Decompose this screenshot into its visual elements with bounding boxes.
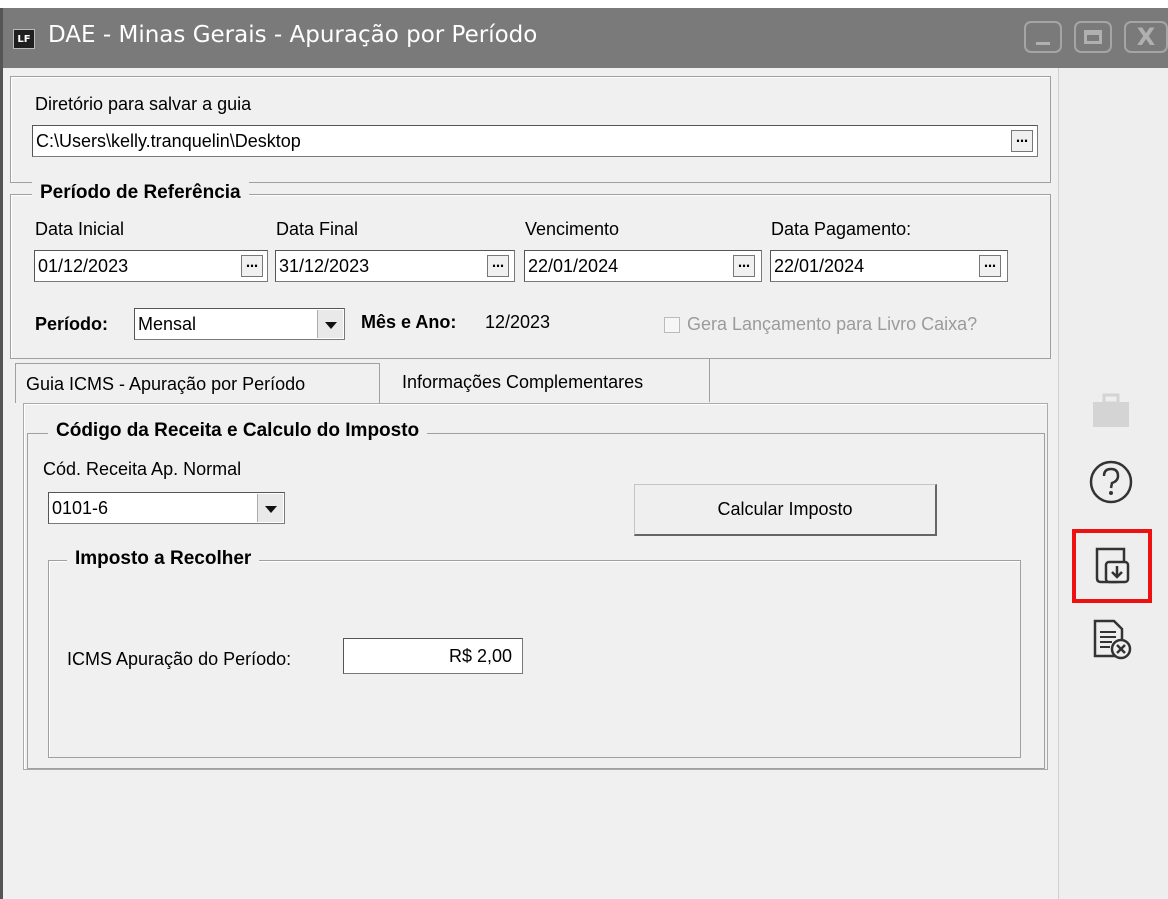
vencimento-input[interactable]: 22/01/2024	[524, 250, 762, 282]
reference-period-title: Período de Referência	[32, 182, 249, 204]
periodo-select-value: Mensal	[138, 314, 197, 334]
data-pagamento-picker-button[interactable]: …	[979, 255, 1001, 277]
maximize-button[interactable]	[1074, 21, 1112, 53]
title-bar[interactable]: LF DAE - Minas Gerais - Apuração por Per…	[3, 8, 1168, 68]
data-inicial-input[interactable]: 01/12/2023	[34, 250, 268, 282]
directory-panel: Diretório para salvar a guia C:\Users\ke…	[10, 76, 1051, 183]
data-final-picker-button[interactable]: …	[487, 255, 509, 277]
icms-apuracao-label: ICMS Apuração do Período:	[67, 649, 292, 669]
data-pagamento-label: Data Pagamento:	[771, 219, 912, 239]
tab-guia-icms[interactable]: Guia ICMS - Apuração por Período	[15, 363, 380, 403]
imposto-title: Imposto a Recolher	[67, 548, 260, 570]
tab-informacoes-complementares[interactable]: Informações Complementares	[380, 358, 710, 402]
data-final-label: Data Final	[276, 219, 359, 239]
dae-window: LF DAE - Minas Gerais - Apuração por Per…	[0, 8, 1168, 899]
window-title: DAE - Minas Gerais - Apuração por Períod…	[48, 22, 538, 48]
close-button[interactable]: X	[1124, 21, 1168, 53]
directory-input[interactable]: C:\Users\kelly.tranquelin\Desktop	[32, 125, 1038, 157]
livro-caixa-checkbox[interactable]	[664, 317, 680, 333]
chevron-down-icon[interactable]	[257, 494, 283, 522]
periodo-label: Período:	[35, 314, 109, 334]
periodo-select[interactable]: Mensal	[134, 308, 345, 340]
codigo-receita-title: Código da Receita e Calculo do Imposto	[48, 420, 428, 442]
minimize-button[interactable]	[1024, 21, 1062, 53]
mes-ano-value: 12/2023	[485, 312, 551, 332]
receita-select-value: 0101-6	[52, 498, 109, 518]
chevron-down-icon[interactable]	[317, 310, 343, 338]
receita-label: Cód. Receita Ap. Normal	[43, 459, 242, 479]
cancel-document-icon[interactable]	[1087, 615, 1137, 665]
data-final-input[interactable]: 31/12/2023	[275, 250, 515, 282]
calcular-imposto-button[interactable]: Calcular Imposto	[634, 484, 937, 536]
tab-guia-icms-label: Guia ICMS - Apuração por Período	[26, 374, 306, 394]
data-inicial-label: Data Inicial	[35, 219, 125, 239]
data-inicial-picker-button[interactable]: …	[241, 255, 263, 277]
vencimento-label: Vencimento	[525, 219, 620, 239]
app-icon: LF	[13, 29, 35, 49]
close-icon: X	[1136, 23, 1156, 51]
icms-apuracao-value: R$ 2,00	[343, 638, 523, 674]
livro-caixa-label: Gera Lançamento para Livro Caixa?	[687, 314, 978, 334]
receita-select[interactable]: 0101-6	[48, 492, 285, 524]
briefcase-icon[interactable]	[1087, 390, 1135, 432]
browse-directory-button[interactable]: …	[1011, 130, 1033, 152]
vencimento-picker-button[interactable]: …	[733, 255, 755, 277]
tab-informacoes-label: Informações Complementares	[402, 372, 644, 392]
help-icon[interactable]	[1085, 456, 1137, 508]
data-pagamento-input[interactable]: 22/01/2024	[770, 250, 1008, 282]
download-guide-icon[interactable]	[1088, 541, 1136, 591]
directory-label: Diretório para salvar a guia	[35, 94, 252, 114]
mes-ano-label: Mês e Ano:	[361, 312, 457, 332]
